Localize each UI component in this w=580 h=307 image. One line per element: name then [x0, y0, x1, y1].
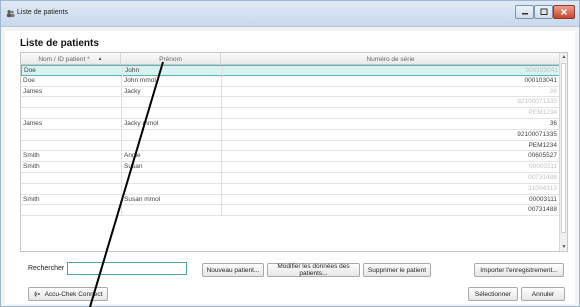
cell-nom — [23, 130, 119, 141]
cell-numero-serie: 92100071335 — [221, 97, 559, 109]
search-label: Rechercher — [28, 265, 65, 272]
cell-nom: Smith — [23, 195, 40, 203]
cell-nom: Smith — [23, 152, 40, 160]
cell-numero-serie: 31004313 — [221, 183, 559, 195]
maximize-button[interactable] — [534, 5, 553, 19]
cell-prenom: Susan mmol — [121, 194, 221, 206]
cell-prenom — [121, 129, 221, 141]
close-button[interactable] — [553, 5, 575, 19]
table-row[interactable]: 92100071335 — [21, 97, 561, 109]
table-row[interactable]: PEM1234 — [21, 108, 561, 119]
page-title: Liste de patients — [20, 38, 99, 49]
sort-ascending-icon: ▲ — [97, 56, 103, 62]
cell-prenom: Susan — [121, 162, 221, 173]
patient-table: Nom / ID patient * ▲ Prénom Numéro de sé… — [20, 52, 568, 252]
cell-prenom: John mmol — [121, 75, 221, 87]
maximize-icon — [540, 8, 547, 15]
cell-nom — [23, 205, 119, 216]
cell-numero-serie: 00003111 — [221, 194, 559, 206]
cell-prenom: Angie — [121, 151, 221, 163]
cell-nom: Smith — [23, 163, 40, 171]
wireless-icon — [34, 291, 40, 297]
scroll-up-icon[interactable]: ▲ — [561, 53, 567, 61]
cell-numero-serie: PEM1234 — [221, 108, 559, 119]
table-row[interactable]: PEM1234 — [21, 140, 561, 152]
table-row[interactable]: 31004313 — [21, 183, 561, 195]
scrollbar-thumb[interactable] — [561, 63, 566, 233]
table-row[interactable]: James Jacky 36 — [21, 86, 561, 98]
column-header-serie[interactable]: Numéro de série — [221, 53, 561, 65]
cell-prenom — [121, 205, 221, 217]
cancel-button[interactable]: Annuler — [521, 287, 565, 301]
table-row[interactable]: Smith Susan 00003111 — [21, 162, 561, 173]
table-header: Nom / ID patient * ▲ Prénom Numéro de sé… — [21, 53, 561, 65]
table-body: Doe John 000103041 Doe John mmol 000103041 Jam… — [21, 65, 561, 217]
table-row[interactable]: Smith Angie 00605527 — [21, 151, 561, 163]
import-record-button[interactable]: Importer l'enregistrement... — [474, 263, 564, 277]
accu-chek-connect-button[interactable]: Accu-Chek Connect — [28, 287, 108, 301]
table-row[interactable]: 00731488 — [21, 205, 561, 217]
close-icon — [561, 9, 567, 15]
table-row[interactable]: James Jacky mmol 36 — [21, 118, 561, 130]
delete-patient-button[interactable]: Supprimer le patient — [363, 263, 431, 277]
column-header-nom[interactable]: Nom / ID patient * ▲ — [21, 53, 121, 65]
users-icon — [6, 10, 15, 18]
minimize-icon — [521, 13, 528, 15]
new-patient-button[interactable]: Nouveau patient... — [202, 263, 264, 277]
cell-numero-serie: 36 — [221, 118, 559, 130]
cell-numero-serie: 00605527 — [221, 151, 559, 163]
cell-nom: James — [23, 87, 43, 95]
column-header-label: Numéro de série — [366, 55, 415, 63]
cell-nom: Doe — [23, 76, 35, 84]
cell-numero-serie: PEM1234 — [221, 140, 559, 152]
cell-numero-serie: 92100071335 — [221, 129, 559, 141]
cell-nom — [23, 97, 119, 108]
table-row[interactable]: 00731488 — [21, 172, 561, 184]
cell-nom — [23, 108, 119, 119]
edit-patient-button[interactable]: Modifier les données des patients... — [267, 263, 360, 277]
column-header-label: Prénom — [159, 55, 182, 63]
cell-nom: James — [23, 119, 43, 127]
table-row[interactable]: Doe John mmol 000103041 — [21, 75, 561, 87]
table-row[interactable]: Doe John 000103041 — [21, 65, 561, 77]
select-button[interactable]: Sélectionner — [468, 287, 518, 301]
cell-numero-serie: 00731488 — [221, 172, 559, 184]
search-input[interactable] — [67, 262, 187, 275]
scroll-down-icon[interactable]: ▼ — [561, 243, 567, 251]
cell-numero-serie: 00731488 — [221, 205, 559, 217]
cell-prenom: Jacky — [121, 86, 221, 98]
cell-prenom — [121, 183, 221, 195]
connect-button-label: Accu-Chek Connect — [44, 290, 103, 298]
minimize-button[interactable] — [515, 5, 534, 19]
table-row[interactable]: 92100071335 — [21, 129, 561, 141]
cell-prenom — [121, 172, 221, 184]
cell-numero-serie: 36 — [221, 86, 559, 98]
window-title: Liste de patients — [17, 9, 68, 16]
title-bar[interactable]: Liste de patients — [1, 1, 579, 27]
vertical-scrollbar[interactable]: ▲ ▼ — [559, 53, 567, 251]
table-row[interactable]: Smith Susan mmol 00003111 — [21, 194, 561, 206]
cell-numero-serie: 00003111 — [221, 162, 559, 173]
cell-prenom: Jacky mmol — [121, 118, 221, 130]
cell-prenom — [121, 108, 221, 119]
cell-nom — [23, 141, 119, 152]
column-header-label: Nom / ID patient * — [38, 55, 90, 63]
cell-prenom — [121, 140, 221, 152]
cell-nom — [23, 173, 119, 184]
cell-numero-serie: 000103041 — [221, 75, 559, 87]
column-header-prenom[interactable]: Prénom — [121, 53, 221, 65]
cell-nom — [23, 184, 119, 195]
cell-prenom — [121, 97, 221, 109]
